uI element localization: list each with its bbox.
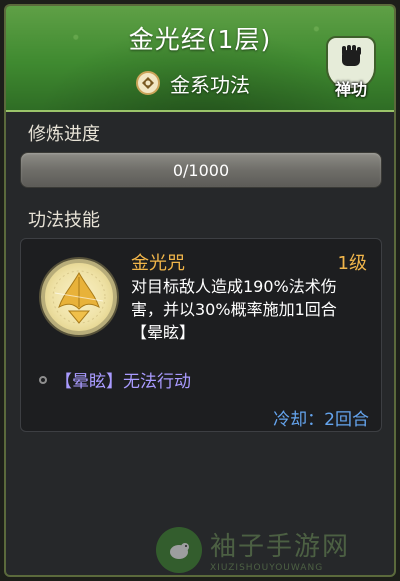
metal-element-icon [136,71,160,95]
zen-technique-badge[interactable]: 禅功 [320,36,382,102]
panel-header: 金光经(1层) 金系功法 禅功 [6,6,394,112]
effect-bullet-icon [39,375,47,384]
golden-light-skill-icon [41,259,117,335]
element-row: 金系功法 [136,69,250,97]
progress-section-label: 修炼进度 [28,124,100,145]
skill-level: 1级 [337,253,367,274]
cultivation-panel: 金光经(1层) 金系功法 禅功 修炼进度 0/1000 功法技能 金光咒 1级 … [4,4,396,577]
bird-logo-icon [156,526,202,573]
progress-text: 0/1000 [172,160,230,180]
watermark-en: XIUZISHOUYOUWANG [210,563,324,573]
watermark-cn: 袖子手游网 [210,532,351,562]
effect-row: 【晕眩】无法行动 [39,367,191,392]
skill-name: 金光咒 [131,253,185,274]
cultivation-progress-bar: 0/1000 [20,152,382,188]
element-type-label: 金系功法 [170,72,250,97]
effect-text: 【晕眩】无法行动 [55,372,191,392]
skill-cooldown: 冷却：2回合 [273,410,369,430]
skill-card[interactable]: 金光咒 1级 对目标敌人造成190%法术伤害，并以30%概率施加1回合【晕眩】 … [20,238,382,432]
skill-description: 对目标敌人造成190%法术伤害，并以30%概率施加1回合【晕眩】 [131,277,337,342]
skills-section-label: 功法技能 [28,210,100,231]
site-watermark: 袖子手游网 XIUZISHOUYOUWANG [156,526,350,573]
badge-label: 禅功 [334,80,367,99]
